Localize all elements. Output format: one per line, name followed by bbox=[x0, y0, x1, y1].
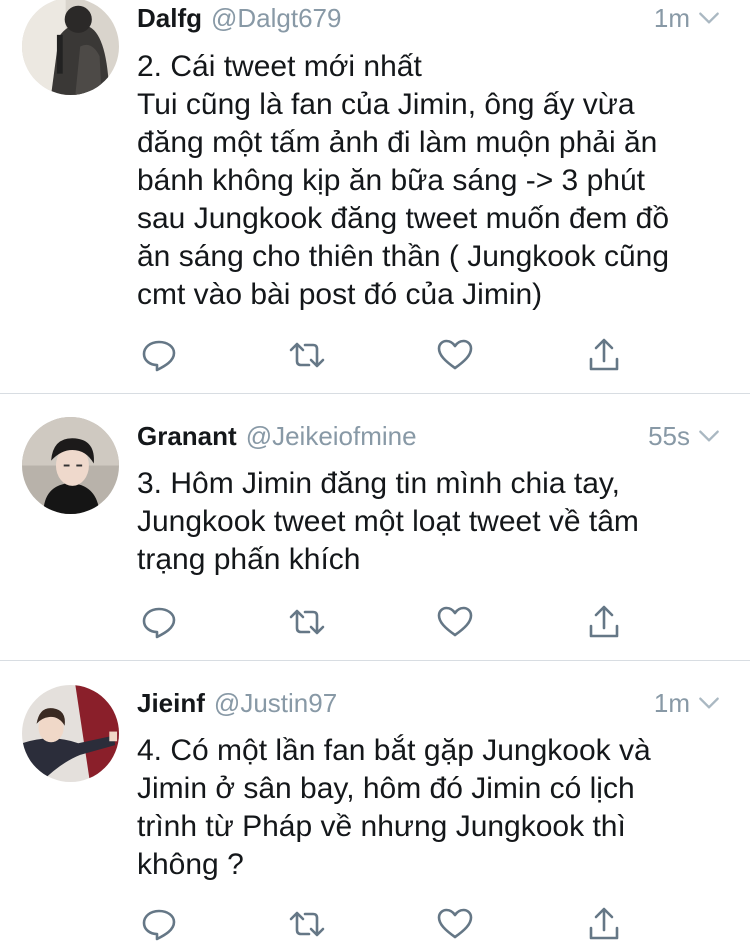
share-button[interactable] bbox=[584, 335, 624, 375]
retweet-icon bbox=[289, 609, 325, 635]
tweet-actions bbox=[137, 335, 637, 375]
username[interactable]: @Dalgt679 bbox=[211, 3, 341, 34]
tweet-text-line: ăn sáng cho thiên thần ( Jungkook cũng bbox=[137, 240, 670, 273]
reply-icon bbox=[142, 607, 176, 639]
share-button[interactable] bbox=[584, 904, 624, 944]
like-icon bbox=[437, 339, 473, 370]
tweet-text-line: 3. Hôm Jimin đăng tin mình chia tay, bbox=[137, 467, 620, 500]
share-icon bbox=[589, 907, 619, 940]
reply-icon bbox=[142, 340, 176, 372]
avatar-image bbox=[22, 417, 119, 514]
tweet-text: 2. Cái tweet mới nhất Tui cũng là fan củ… bbox=[137, 48, 737, 314]
tweet-text-line: cmt vào bài post đó của Jimin) bbox=[137, 278, 543, 311]
tweet-actions bbox=[137, 602, 637, 642]
display-name[interactable]: Granant bbox=[137, 421, 237, 452]
tweet-text-line: trình từ Pháp về nhưng Jungkook thì bbox=[137, 810, 626, 843]
avatar[interactable] bbox=[22, 0, 119, 95]
divider bbox=[0, 660, 750, 661]
avatar[interactable] bbox=[22, 685, 119, 782]
display-name[interactable]: Dalfg bbox=[137, 3, 202, 34]
like-icon bbox=[437, 908, 473, 939]
timestamp[interactable]: 55s bbox=[648, 421, 690, 452]
tweet-text: 3. Hôm Jimin đăng tin mình chia tay, Jun… bbox=[137, 465, 737, 579]
avatar[interactable] bbox=[22, 417, 119, 514]
reply-button[interactable] bbox=[139, 602, 179, 642]
tweet-text-line: 4. Có một lần fan bắt gặp Jungkook và bbox=[137, 734, 651, 767]
tweet-text-line: Jungkook tweet một loạt tweet về tâm bbox=[137, 505, 639, 538]
tweet-text-line: không ? bbox=[137, 848, 244, 881]
timestamp[interactable]: 1m bbox=[654, 3, 690, 34]
avatar-image bbox=[22, 0, 119, 95]
avatar-image bbox=[22, 685, 119, 782]
chevron-down-icon[interactable] bbox=[696, 690, 722, 716]
tweet-text-line: sau Jungkook đăng tweet muốn đem đồ bbox=[137, 202, 670, 235]
tweet-text-line: 2. Cái tweet mới nhất bbox=[137, 50, 422, 83]
tweet-text: 4. Có một lần fan bắt gặp Jungkook và Ji… bbox=[137, 732, 737, 884]
share-button[interactable] bbox=[584, 602, 624, 642]
timestamp[interactable]: 1m bbox=[654, 688, 690, 719]
tweet-text-line: Jimin ở sân bay, hôm đó Jimin có lịch bbox=[137, 772, 635, 805]
like-button[interactable] bbox=[435, 602, 475, 642]
retweet-button[interactable] bbox=[287, 904, 327, 944]
like-button[interactable] bbox=[435, 904, 475, 944]
retweet-icon bbox=[289, 911, 325, 937]
reply-icon bbox=[142, 909, 176, 941]
tweet-text-line: trạng phấn khích bbox=[137, 543, 361, 576]
share-icon bbox=[589, 338, 619, 371]
tweet-text-line: Tui cũng là fan của Jimin, ông ấy vừa bbox=[137, 88, 635, 121]
retweet-button[interactable] bbox=[287, 335, 327, 375]
reply-button[interactable] bbox=[139, 335, 179, 375]
tweet-text-line: đăng một tấm ảnh đi làm muộn phải ăn bbox=[137, 126, 658, 159]
retweet-button[interactable] bbox=[287, 602, 327, 642]
tweet-actions bbox=[137, 904, 637, 944]
tweet-text-line: bánh không kịp ăn bữa sáng -> 3 phút bbox=[137, 164, 645, 197]
like-icon bbox=[437, 606, 473, 637]
like-button[interactable] bbox=[435, 335, 475, 375]
share-icon bbox=[589, 605, 619, 638]
username[interactable]: @Jeikeiofmine bbox=[246, 421, 417, 452]
reply-button[interactable] bbox=[139, 904, 179, 944]
username[interactable]: @Justin97 bbox=[214, 688, 337, 719]
chevron-down-icon[interactable] bbox=[696, 423, 722, 449]
chevron-down-icon[interactable] bbox=[696, 5, 722, 31]
display-name[interactable]: Jieinf bbox=[137, 688, 205, 719]
divider bbox=[0, 393, 750, 394]
retweet-icon bbox=[289, 342, 325, 368]
